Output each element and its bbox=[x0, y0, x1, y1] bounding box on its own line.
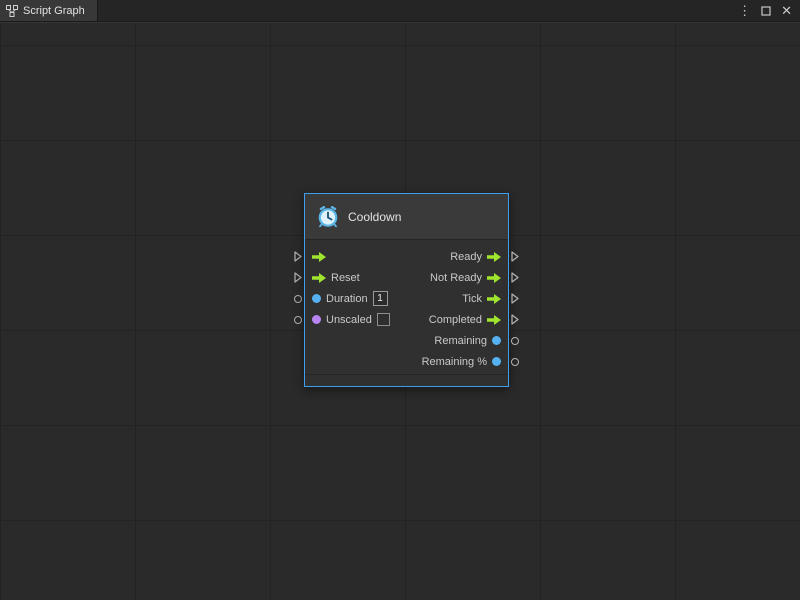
flow-port-icon[interactable] bbox=[487, 315, 501, 325]
input-port-label: Duration bbox=[326, 293, 368, 305]
node-row: Reset Not Ready bbox=[305, 267, 508, 288]
title-bar: Script Graph ⋮ ✕ bbox=[0, 0, 800, 22]
cooldown-node[interactable]: Cooldown Ready Reset Not Ready Duration Ti… bbox=[304, 193, 509, 387]
value-port-icon[interactable] bbox=[312, 294, 321, 303]
value-port-icon[interactable] bbox=[492, 357, 501, 366]
cooldown-node-area: Cooldown Ready Reset Not Ready Duration Ti… bbox=[291, 193, 522, 387]
node-row: Ready bbox=[305, 246, 508, 267]
flow-port-icon[interactable] bbox=[312, 273, 326, 283]
connector-slot bbox=[509, 330, 522, 351]
node-row: Duration Tick bbox=[305, 288, 508, 309]
connector-slot bbox=[291, 351, 304, 372]
output-connectors-column bbox=[509, 246, 522, 387]
tab-label: Script Graph bbox=[23, 5, 85, 17]
connector-slot bbox=[291, 246, 304, 267]
connector-slot bbox=[509, 309, 522, 330]
duration-value-field[interactable] bbox=[373, 291, 388, 306]
value-port-icon[interactable] bbox=[312, 315, 321, 324]
node-body: Ready Reset Not Ready Duration Tick Unscal… bbox=[305, 240, 508, 374]
tab-script-graph[interactable]: Script Graph bbox=[0, 0, 98, 21]
connector-slot bbox=[509, 246, 522, 267]
connector-slot bbox=[291, 267, 304, 288]
node-row: Remaining bbox=[305, 330, 508, 351]
value-port-icon[interactable] bbox=[492, 336, 501, 345]
connector-slot bbox=[509, 288, 522, 309]
flow-port-icon[interactable] bbox=[487, 294, 501, 304]
connector-slot bbox=[509, 267, 522, 288]
maximize-icon[interactable] bbox=[761, 6, 771, 16]
output-port-label: Remaining % bbox=[422, 356, 487, 368]
output-port-label: Ready bbox=[450, 251, 482, 263]
connector-slot bbox=[509, 351, 522, 372]
flow-connector-icon[interactable] bbox=[511, 314, 519, 325]
connector-slot bbox=[291, 309, 304, 330]
script-graph-window: Script Graph ⋮ ✕ i <> enemy bbox=[0, 0, 800, 600]
flow-port-icon[interactable] bbox=[312, 252, 326, 262]
input-port-label: Reset bbox=[331, 272, 360, 284]
value-connector-icon[interactable] bbox=[511, 358, 519, 366]
alarm-clock-icon bbox=[317, 206, 339, 228]
value-connector-icon[interactable] bbox=[511, 337, 519, 345]
flow-connector-icon[interactable] bbox=[294, 272, 302, 283]
script-graph-icon bbox=[6, 5, 18, 17]
value-connector-icon[interactable] bbox=[294, 316, 302, 324]
flow-connector-icon[interactable] bbox=[511, 293, 519, 304]
flow-port-icon[interactable] bbox=[487, 252, 501, 262]
input-port-label: Unscaled bbox=[326, 314, 372, 326]
close-icon[interactable]: ✕ bbox=[781, 4, 792, 17]
flow-port-icon[interactable] bbox=[487, 273, 501, 283]
flow-connector-icon[interactable] bbox=[294, 251, 302, 262]
window-controls: ⋮ ✕ bbox=[738, 0, 800, 21]
output-port-label: Tick bbox=[462, 293, 482, 305]
input-connectors-column bbox=[291, 246, 304, 387]
node-row: Remaining % bbox=[305, 351, 508, 372]
connector-slot bbox=[291, 288, 304, 309]
node-title: Cooldown bbox=[348, 210, 401, 224]
connector-slot bbox=[291, 330, 304, 351]
output-port-label: Not Ready bbox=[430, 272, 482, 284]
flow-connector-icon[interactable] bbox=[511, 272, 519, 283]
node-footer bbox=[305, 374, 508, 386]
node-row: Unscaled Completed bbox=[305, 309, 508, 330]
graph-canvas[interactable]: Cooldown Ready Reset Not Ready Duration Ti… bbox=[0, 23, 800, 600]
output-port-label: Remaining bbox=[434, 335, 487, 347]
output-port-label: Completed bbox=[429, 314, 482, 326]
unscaled-checkbox[interactable] bbox=[377, 313, 390, 326]
node-header[interactable]: Cooldown bbox=[305, 194, 508, 240]
flow-connector-icon[interactable] bbox=[511, 251, 519, 262]
value-connector-icon[interactable] bbox=[294, 295, 302, 303]
kebab-menu-icon[interactable]: ⋮ bbox=[738, 4, 751, 17]
